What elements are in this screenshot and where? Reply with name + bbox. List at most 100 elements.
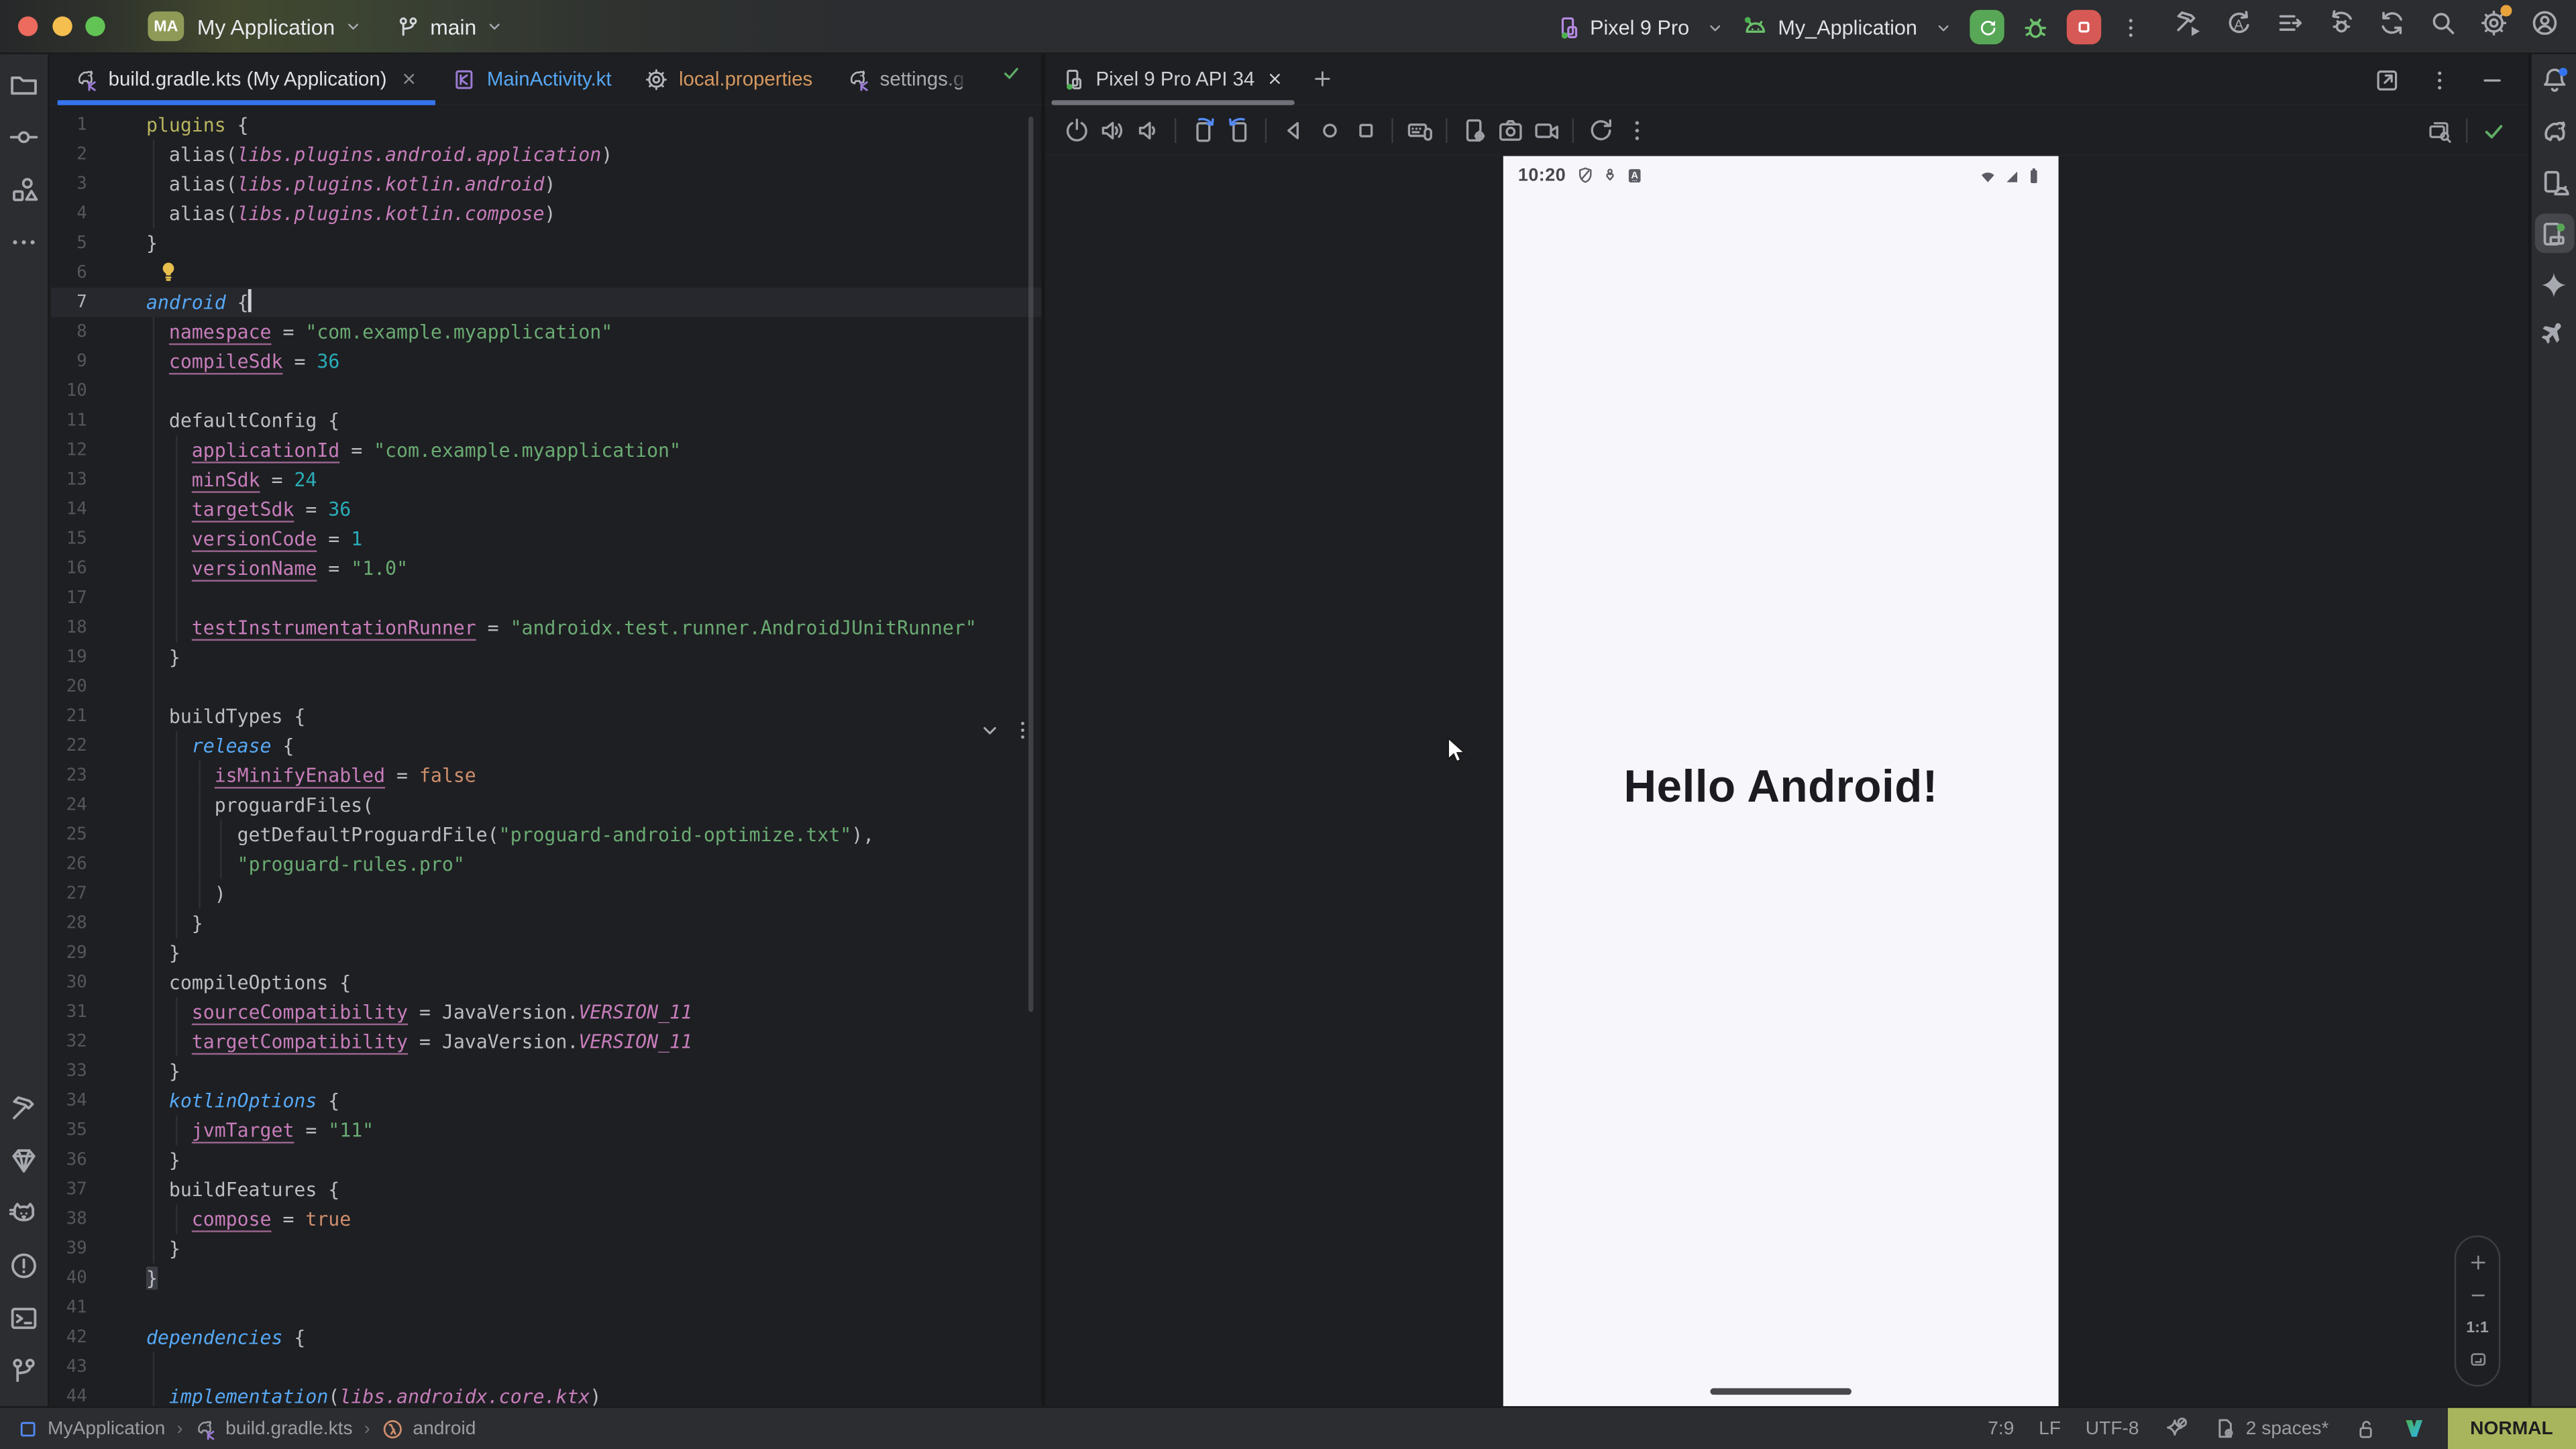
more-vert-button[interactable] bbox=[1618, 112, 1654, 148]
zoom-out-button[interactable] bbox=[2467, 1285, 2488, 1307]
project-name-menu[interactable]: My Application bbox=[197, 14, 335, 39]
signal-icon bbox=[2001, 166, 2021, 185]
code-line-12: 12 applicationId = "com.example.myapplic… bbox=[51, 435, 1042, 465]
volume-down-button[interactable] bbox=[1130, 112, 1167, 148]
indent-setting[interactable]: 2 spaces* bbox=[2213, 1416, 2329, 1441]
search-button[interactable] bbox=[2428, 8, 2458, 46]
svg-text:A: A bbox=[2234, 17, 2243, 32]
tool-project-folder-icon[interactable] bbox=[8, 69, 40, 101]
code-line-20: 20 bbox=[51, 672, 1042, 702]
file-encoding[interactable]: UTF-8 bbox=[2086, 1419, 2139, 1438]
unlocked-icon[interactable] bbox=[2353, 1417, 2376, 1440]
editor-tab-build.gradle.kts[interactable]: build.gradle.kts (My Application) bbox=[58, 54, 436, 103]
line-separator[interactable]: LF bbox=[2039, 1419, 2061, 1438]
device-selector[interactable]: Pixel 9 Pro bbox=[1556, 14, 1725, 40]
back-button[interactable] bbox=[1275, 112, 1311, 148]
line-number: 2 bbox=[51, 140, 146, 169]
tool-running-devices-icon[interactable] bbox=[2534, 213, 2574, 253]
line-number: 30 bbox=[51, 967, 146, 997]
rotate-right-button[interactable] bbox=[1221, 112, 1257, 148]
line-number: 31 bbox=[51, 998, 146, 1027]
emulator-toolbar bbox=[1045, 105, 2528, 156]
account-button[interactable] bbox=[2530, 8, 2559, 46]
vim-mode-icon[interactable] bbox=[2401, 1416, 2426, 1441]
emulator-screen[interactable]: 10:20 A Hello Android! bbox=[1503, 156, 2059, 1407]
profiler-button[interactable] bbox=[2275, 8, 2305, 46]
tool-commit-icon[interactable] bbox=[8, 121, 40, 153]
rotate-left-button[interactable] bbox=[1185, 112, 1221, 148]
hide-icon[interactable] bbox=[2479, 66, 2506, 93]
tool-app-quality-insights-icon[interactable] bbox=[8, 1145, 40, 1177]
inspections-ok-icon[interactable] bbox=[1000, 62, 1022, 84]
line-number: 27 bbox=[51, 879, 146, 908]
tool-logcat-icon[interactable] bbox=[8, 1197, 40, 1229]
minimize-window-button[interactable] bbox=[52, 16, 71, 36]
settings-button[interactable] bbox=[2479, 8, 2509, 46]
debug-button[interactable] bbox=[2021, 12, 2050, 42]
gradle-sync-button[interactable] bbox=[2377, 8, 2407, 46]
tool-resource-manager-icon[interactable] bbox=[8, 174, 40, 206]
zoom-in-button[interactable] bbox=[2467, 1252, 2488, 1273]
virtual-keyboard-button[interactable] bbox=[1401, 112, 1438, 148]
code-editor[interactable]: 1plugins {2 alias(libs.plugins.android.a… bbox=[51, 105, 1042, 1407]
breadcrumb-MyApplication[interactable]: MyApplication bbox=[16, 1417, 165, 1440]
more-vert-icon[interactable] bbox=[2426, 66, 2453, 93]
volume-up-button[interactable] bbox=[1094, 112, 1130, 148]
tool-build-hammer-tool-icon[interactable] bbox=[8, 1093, 40, 1124]
device-tab[interactable]: Pixel 9 Pro API 34 bbox=[1048, 54, 1297, 103]
tool-version-control-icon[interactable] bbox=[8, 1355, 40, 1387]
close-icon[interactable] bbox=[1265, 69, 1284, 89]
editor-pane: build.gradle.kts (My Application)MainAct… bbox=[51, 54, 1042, 1407]
kotlin-file-icon bbox=[453, 66, 478, 91]
ui-check-icon[interactable] bbox=[2422, 113, 2458, 149]
add-device-icon[interactable] bbox=[1311, 67, 1334, 90]
attach-debugger-button[interactable] bbox=[2326, 8, 2356, 46]
tool-airplane-icon[interactable] bbox=[2534, 315, 2574, 355]
tool-terminal-icon[interactable] bbox=[8, 1303, 40, 1334]
home-button[interactable] bbox=[1311, 112, 1347, 148]
power-button[interactable] bbox=[1058, 112, 1094, 148]
breadcrumb-build.gradle.kts[interactable]: build.gradle.kts bbox=[195, 1417, 353, 1440]
tool-device-manager-icon[interactable] bbox=[2534, 162, 2574, 202]
zoom-reset-button[interactable]: 1:1 bbox=[2466, 1319, 2489, 1337]
editor-tab-MainActivity.kt[interactable]: MainActivity.kt bbox=[436, 54, 628, 103]
editor-tab-settings.g[interactable]: settings.g bbox=[829, 54, 981, 103]
gemini-disabled-icon[interactable] bbox=[2163, 1416, 2188, 1441]
git-branch-icon bbox=[396, 14, 421, 39]
tool-gradle-icon[interactable] bbox=[2534, 112, 2574, 152]
run-configuration-selector[interactable]: My_Application bbox=[1741, 13, 1953, 42]
intention-bulb-icon[interactable] bbox=[156, 260, 181, 284]
line-number: 17 bbox=[51, 583, 146, 612]
code-line-9: 9 compileSdk = 36 bbox=[51, 347, 1042, 376]
toolbar-actions: A bbox=[2174, 8, 2560, 46]
breadcrumb-android[interactable]: android bbox=[382, 1417, 476, 1440]
code-line-41: 41 bbox=[51, 1293, 1042, 1322]
more-options-icon[interactable] bbox=[2118, 14, 2144, 40]
screenshot-button[interactable] bbox=[1492, 112, 1528, 148]
stop-button[interactable] bbox=[2067, 10, 2101, 44]
caret-position[interactable]: 7:9 bbox=[1988, 1419, 2014, 1438]
code-line-6: 6 bbox=[51, 258, 1042, 287]
notifications-icon[interactable] bbox=[2539, 66, 2569, 95]
tool-problems-icon[interactable] bbox=[8, 1250, 40, 1282]
device-settings-button[interactable] bbox=[1456, 112, 1492, 148]
restart-button[interactable] bbox=[1582, 112, 1618, 148]
open-in-window-icon[interactable] bbox=[2374, 66, 2400, 93]
tool-more-horiz-icon[interactable] bbox=[8, 227, 40, 258]
close-window-button[interactable] bbox=[18, 16, 38, 36]
build-hammer-button[interactable] bbox=[2174, 8, 2203, 46]
apply-changes-button[interactable]: A bbox=[2224, 8, 2254, 46]
maximize-window-button[interactable] bbox=[85, 16, 105, 36]
editor-tab-local.properties[interactable]: local.properties bbox=[628, 54, 829, 103]
fit-screen-button[interactable] bbox=[2467, 1349, 2488, 1371]
tool-gemini-icon[interactable] bbox=[2534, 264, 2574, 304]
screen-record-button[interactable] bbox=[1528, 112, 1564, 148]
status-check-icon[interactable] bbox=[2476, 113, 2512, 149]
editor-scrollbar[interactable] bbox=[1028, 117, 1034, 1012]
branch-selector[interactable]: main bbox=[396, 14, 504, 39]
line-number: 11 bbox=[51, 406, 146, 435]
overview-button[interactable] bbox=[1347, 112, 1383, 148]
close-icon[interactable] bbox=[400, 69, 419, 89]
code-line-4: 4 alias(libs.plugins.kotlin.compose) bbox=[51, 199, 1042, 228]
rerun-button[interactable] bbox=[1970, 10, 2004, 44]
